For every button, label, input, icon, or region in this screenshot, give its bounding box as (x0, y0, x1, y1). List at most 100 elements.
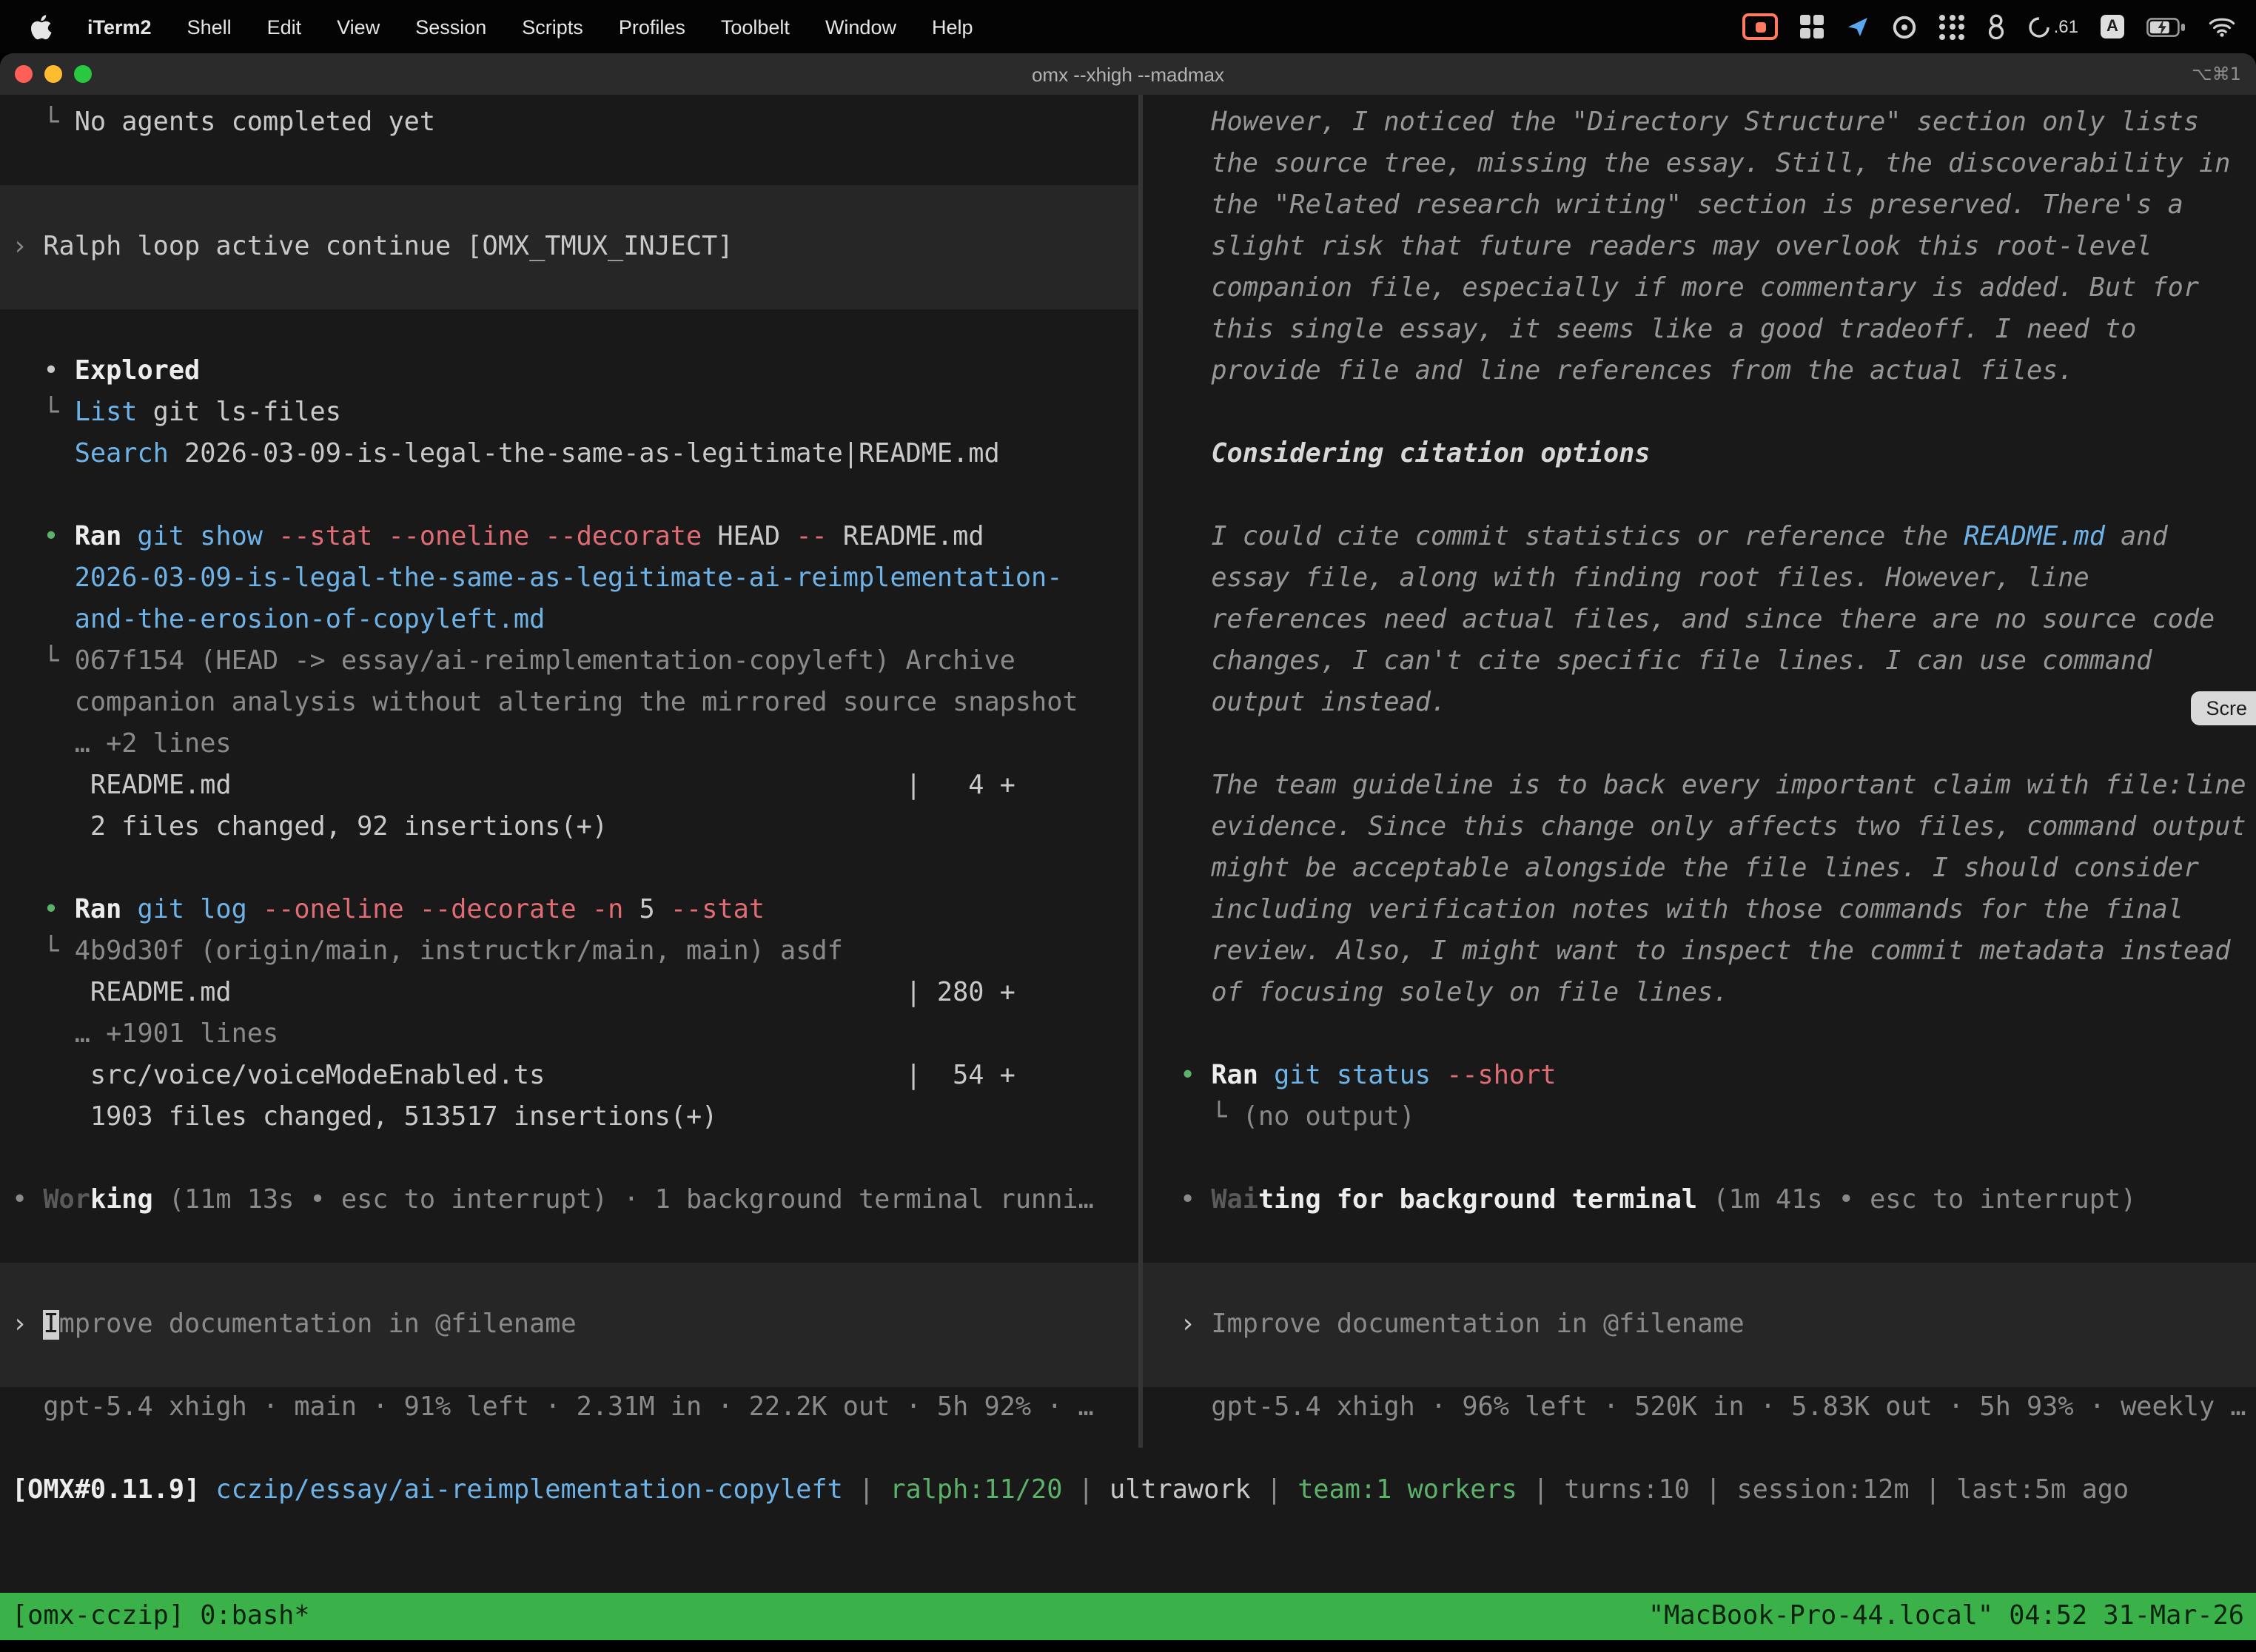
terminal-line: README.md | 280 + (0, 973, 1138, 1014)
dots-grid-icon[interactable] (1940, 14, 1965, 39)
right-prompt-input[interactable]: › Improve documentation in @filename (1143, 1263, 2256, 1387)
terminal-line: └ 067f154 (HEAD -> essay/ai-reimplementa… (0, 641, 1138, 682)
terminal-line: └ (no output) (1143, 1097, 2256, 1138)
right-terminal-pane[interactable]: However, I noticed the "Directory Struct… (1143, 95, 2256, 1448)
terminal-line: output instead. (1143, 682, 2256, 724)
menu-item-toolbelt[interactable]: Toolbelt (703, 16, 808, 38)
macos-menu-bar: iTerm2 ShellEditViewSessionScriptsProfil… (0, 0, 2256, 53)
input-source-icon[interactable]: A (2101, 15, 2124, 38)
menu-items: ShellEditViewSessionScriptsProfilesToolb… (169, 16, 991, 38)
menu-app-name[interactable]: iTerm2 (70, 16, 169, 38)
terminal-line (1143, 1138, 2256, 1180)
menu-item-window[interactable]: Window (808, 16, 914, 38)
send-icon[interactable] (1847, 15, 1870, 38)
terminal-line: Search 2026-03-09-is-legal-the-same-as-l… (0, 434, 1138, 475)
screen-edge-popover[interactable]: Scre (2191, 691, 2256, 725)
terminal-line (1143, 1221, 2256, 1263)
terminal-line: └ 4b9d30f (origin/main, instructkr/main,… (0, 931, 1138, 973)
terminal-line: [OMX#0.11.9] cczip/essay/ai-reimplementa… (0, 1470, 2256, 1511)
terminal-line: • Explored (0, 351, 1138, 392)
apple-menu-icon[interactable] (0, 14, 70, 39)
menu-item-shell[interactable]: Shell (169, 16, 249, 38)
terminal-line: companion file, especially if more comme… (1143, 268, 2256, 309)
terminal-line: essay file, along with finding root file… (1143, 558, 2256, 600)
terminal-line: The team guideline is to back every impo… (1143, 765, 2256, 807)
terminal-line: and-the-erosion-of-copyleft.md (0, 600, 1138, 641)
menu-item-session[interactable]: Session (397, 16, 504, 38)
terminal-line (0, 1138, 1138, 1180)
terminal-line: • Ran git status --short (1143, 1055, 2256, 1097)
gauge-icon[interactable]: .61 (2029, 16, 2078, 38)
terminal-line: review. Also, I might want to inspect th… (1143, 931, 2256, 973)
terminal-line: of focusing solely on file lines. (1143, 973, 2256, 1014)
left-prompt-input[interactable]: › Improve documentation in @filename (0, 1263, 1138, 1387)
terminal-line: this single essay, it seems like a good … (1143, 309, 2256, 351)
terminal-line (1143, 392, 2256, 434)
terminal-line: might be acceptable alongside the file l… (1143, 848, 2256, 890)
keychain-icon[interactable] (1987, 13, 2007, 40)
terminal-line (0, 848, 1138, 890)
tmux-status-bar: [omx-cczip] 0:bash* "MacBook-Pro-44.loca… (0, 1593, 2256, 1640)
window-title-bar[interactable]: omx --xhigh --madmax ⌥⌘1 (0, 53, 2256, 96)
window-title: omx --xhigh --madmax (0, 63, 2256, 85)
omx-status-bar: [OMX#0.11.9] cczip/essay/ai-reimplementa… (0, 1470, 2256, 1511)
window-shortcut-badge: ⌥⌘1 (2192, 64, 2256, 84)
menu-item-profiles[interactable]: Profiles (601, 16, 703, 38)
iterm2-window: omx --xhigh --madmax ⌥⌘1 └ No agents com… (0, 53, 2256, 1640)
terminal-line: the source tree, missing the essay. Stil… (1143, 144, 2256, 185)
terminal-line (0, 1221, 1138, 1263)
terminal-line: slight risk that future readers may over… (1143, 226, 2256, 268)
terminal-line: └ List git ls-files (0, 392, 1138, 434)
left-terminal-pane[interactable]: └ No agents completed yet › Ralph loop ac… (0, 95, 1138, 1448)
terminal-line: … +2 lines (0, 724, 1138, 765)
terminal-line: companion analysis without altering the … (0, 682, 1138, 724)
terminal-line: 2 files changed, 92 insertions(+) (0, 807, 1138, 848)
traffic-lights (0, 65, 92, 83)
zoom-button[interactable] (74, 65, 92, 83)
terminal-line: evidence. Since this change only affects… (1143, 807, 2256, 848)
screen-record-icon[interactable] (1743, 13, 1779, 40)
terminal-line: └ No agents completed yet (0, 102, 1138, 144)
menu-item-scripts[interactable]: Scripts (504, 16, 601, 38)
terminal-line (1143, 475, 2256, 517)
gauge-value: .61 (2054, 16, 2078, 37)
terminal-line: gpt-5.4 xhigh · 96% left · 520K in · 5.8… (1143, 1387, 2256, 1428)
ring-icon[interactable] (1893, 14, 1918, 39)
menu-bar-status-area: .61 A (1743, 13, 2256, 40)
terminal-line (0, 309, 1138, 351)
terminal-line: … +1901 lines (0, 1014, 1138, 1055)
terminal-line: › Ralph loop active continue [OMX_TMUX_I… (0, 226, 1138, 268)
terminal-line: › Improve documentation in @filename (0, 1304, 1138, 1346)
wifi-icon[interactable] (2209, 16, 2235, 37)
terminal-line (0, 475, 1138, 517)
terminal-area: └ No agents completed yet › Ralph loop ac… (0, 95, 2256, 1448)
terminal-line: the "Related research writing" section i… (1143, 185, 2256, 226)
terminal-line: changes, I can't cite specific file line… (1143, 641, 2256, 682)
battery-charging-icon[interactable] (2146, 17, 2186, 36)
terminal-line: 2026-03-09-is-legal-the-same-as-legitima… (0, 558, 1138, 600)
terminal-line: › Improve documentation in @filename (1143, 1304, 2256, 1346)
terminal-line: provide file and line references from th… (1143, 351, 2256, 392)
tmux-host-clock-label: "MacBook-Pro-44.local" 04:52 31-Mar-26 (1648, 1602, 2244, 1631)
menu-item-help[interactable]: Help (914, 16, 991, 38)
terminal-line: references need actual files, and since … (1143, 600, 2256, 641)
minimize-button[interactable] (44, 65, 62, 83)
terminal-line: Considering citation options (1143, 434, 2256, 475)
close-button[interactable] (15, 65, 33, 83)
terminal-line: gpt-5.4 xhigh · main · 91% left · 2.31M … (0, 1387, 1138, 1428)
terminal-line: • Working (11m 13s • esc to interrupt) ·… (0, 1180, 1138, 1221)
menu-item-view[interactable]: View (319, 16, 397, 38)
desktop-screen: iTerm2 ShellEditViewSessionScriptsProfil… (0, 0, 2256, 1652)
terminal-line (0, 144, 1138, 185)
menu-item-edit[interactable]: Edit (249, 16, 320, 38)
terminal-line: 1903 files changed, 513517 insertions(+) (0, 1097, 1138, 1138)
terminal-line: I could cite commit statistics or refere… (1143, 517, 2256, 558)
terminal-line: • Ran git show --stat --oneline --decora… (0, 517, 1138, 558)
terminal-line: • Ran git log --oneline --decorate -n 5 … (0, 890, 1138, 931)
terminal-line (1143, 724, 2256, 765)
grid-icon[interactable] (1801, 15, 1824, 38)
terminal-line: src/voice/voiceModeEnabled.ts | 54 + (0, 1055, 1138, 1097)
ralph-loop-banner: › Ralph loop active continue [OMX_TMUX_I… (0, 185, 1138, 309)
terminal-line: However, I noticed the "Directory Struct… (1143, 102, 2256, 144)
terminal-line: README.md | 4 + (0, 765, 1138, 807)
